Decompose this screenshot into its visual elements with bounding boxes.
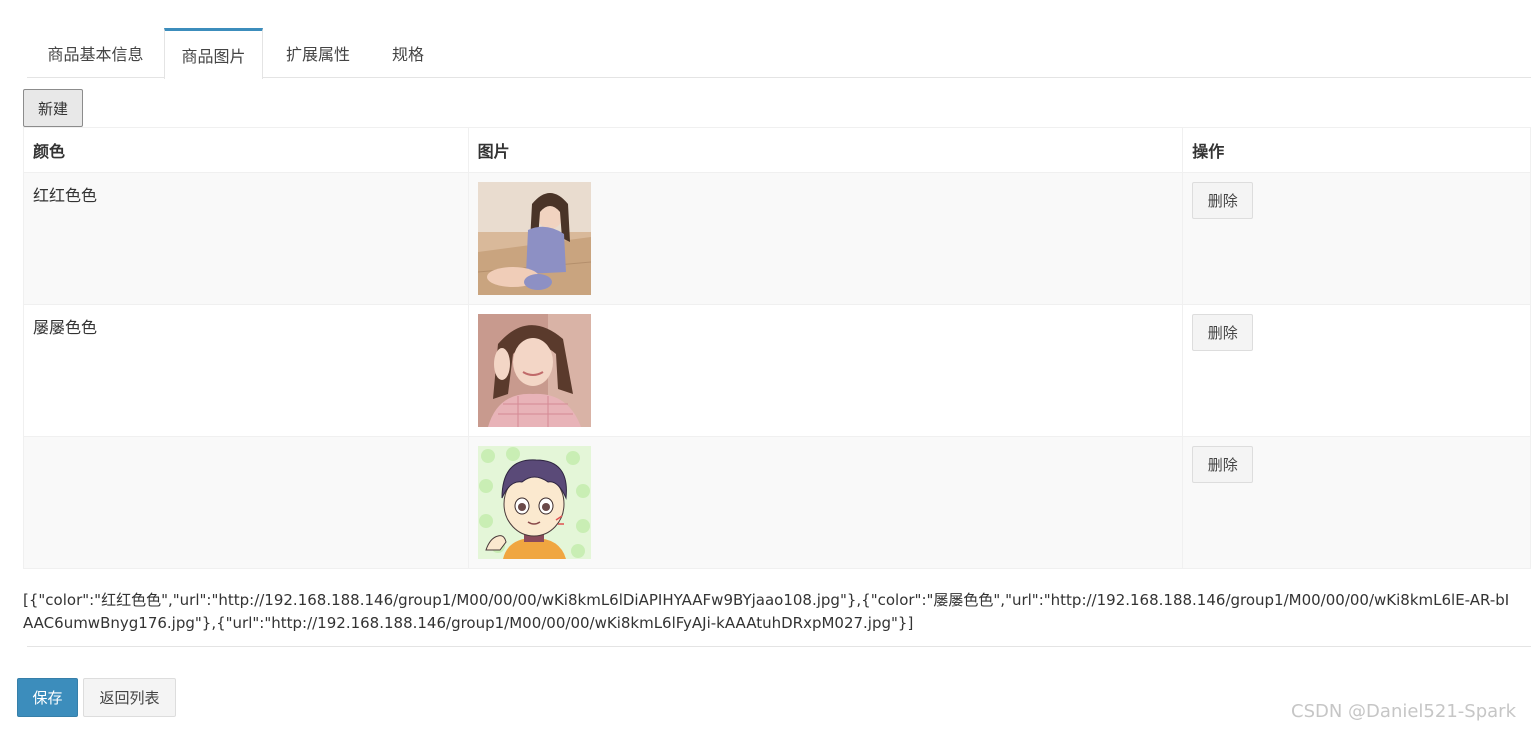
color-cell: 屡屡色色	[23, 304, 469, 437]
image-cell	[467, 304, 1184, 437]
save-button[interactable]: 保存	[17, 678, 78, 717]
tab-bar: 商品基本信息 商品图片 扩展属性 规格	[27, 28, 1531, 79]
table-header-row: 颜色 图片 操作	[23, 127, 1531, 173]
image-list-json-output: [{"color":"红红色色","url":"http://192.168.1…	[23, 591, 1510, 632]
back-to-list-button[interactable]: 返回列表	[83, 678, 176, 717]
column-header-color: 颜色	[23, 127, 469, 173]
delete-button[interactable]: 删除	[1192, 314, 1254, 351]
divider	[27, 646, 1531, 647]
csdn-watermark: CSDN @Daniel521-Spark	[1291, 701, 1516, 722]
color-cell: 红红色色	[23, 172, 469, 305]
product-image-thumbnail	[477, 446, 591, 559]
table-row: 屡屡色色 删除	[23, 304, 1531, 437]
action-cell: 删除	[1182, 436, 1531, 569]
color-cell	[23, 436, 469, 569]
column-header-action: 操作	[1182, 127, 1531, 173]
tab-basic-info[interactable]: 商品基本信息	[27, 28, 164, 78]
action-cell: 删除	[1182, 172, 1531, 305]
tab-specifications[interactable]: 规格	[373, 28, 443, 78]
new-button[interactable]: 新建	[23, 89, 83, 127]
image-cell	[467, 436, 1184, 569]
action-cell: 删除	[1182, 304, 1531, 437]
product-image-thumbnail	[477, 314, 591, 427]
goods-edit-page: 商品基本信息 商品图片 扩展属性 规格 新建 颜色 图片 操作 红红色色 删除 …	[0, 0, 1531, 732]
column-header-image: 图片	[467, 127, 1184, 173]
image-cell	[467, 172, 1184, 305]
table-row: 红红色色 删除	[23, 172, 1531, 305]
delete-button[interactable]: 删除	[1192, 446, 1254, 483]
product-image-thumbnail	[477, 182, 591, 295]
table-row: 删除	[23, 436, 1531, 569]
tab-extended-attributes[interactable]: 扩展属性	[263, 28, 373, 78]
delete-button[interactable]: 删除	[1192, 182, 1254, 219]
image-table: 颜色 图片 操作 红红色色 删除 屡屡色色 删除 删除	[23, 127, 1531, 569]
tab-goods-images[interactable]: 商品图片	[164, 28, 263, 79]
